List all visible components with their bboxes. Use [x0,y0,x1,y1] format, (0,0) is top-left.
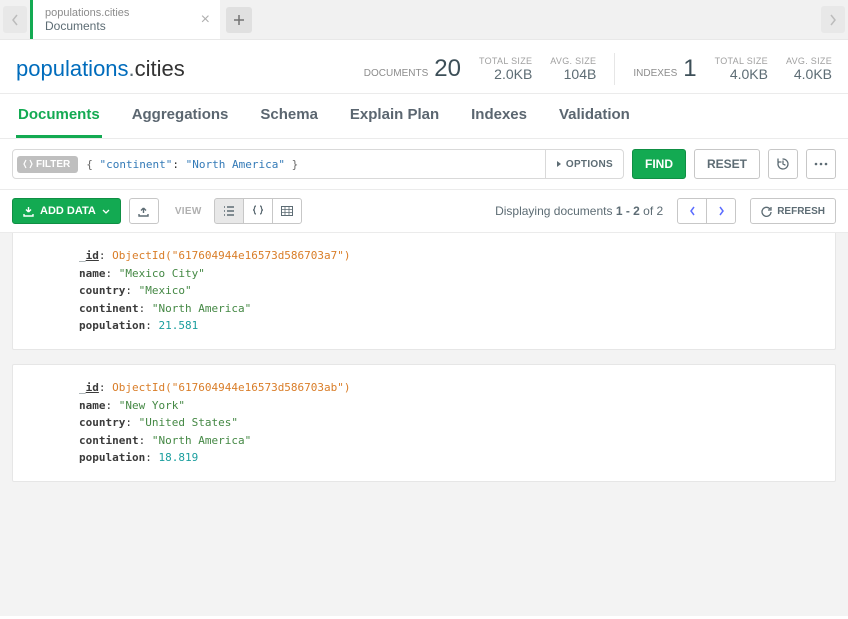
list-icon [223,206,235,216]
ellipsis-icon [814,162,828,166]
view-list-button[interactable] [214,198,244,224]
reset-button[interactable]: RESET [694,149,760,179]
tab-schema[interactable]: Schema [258,94,320,138]
tab-nav-prev[interactable] [3,6,27,33]
view-toggle [214,198,302,224]
document-count-label: Displaying documents 1 - 2 of 2 [495,204,663,218]
tab-aggregations[interactable]: Aggregations [130,94,231,138]
total-size-label: TOTAL SIZE [479,56,532,66]
database-name: populations [16,56,129,81]
section-tabs: Documents Aggregations Schema Explain Pl… [0,94,848,139]
collection-stats: DOCUMENTS 20 TOTAL SIZE 2.0KB AVG. SIZE … [364,53,832,85]
idx-total-size-label: TOTAL SIZE [715,56,768,66]
document-list: _id: ObjectId("617604944e16573d586703a7"… [0,233,848,616]
braces-icon [252,205,264,217]
documents-toolbar: ADD DATA VIEW Displaying documents 1 - 2… [0,190,848,233]
collection-name: cities [135,56,185,81]
indexes-count: 1 [683,57,696,81]
page-next-button[interactable] [706,198,736,224]
tab-documents[interactable]: Documents [16,94,102,138]
filter-input[interactable]: { "continent": "North America" } [78,158,545,171]
tab-bar: populations.cities Documents × [0,0,848,40]
query-bar: FILTER { "continent": "North America" } … [0,139,848,190]
idx-total-size-value: 4.0KB [715,66,768,82]
table-icon [281,206,293,216]
tab-subtitle: Documents [45,19,208,33]
document-card[interactable]: _id: ObjectId("617604944e16573d586703ab"… [12,364,836,482]
options-button[interactable]: OPTIONS [545,150,623,178]
export-button[interactable] [129,198,159,224]
documents-count: 20 [434,57,461,81]
upload-icon [138,206,149,217]
total-size-value: 2.0KB [479,66,532,82]
divider [614,53,615,85]
refresh-icon [761,206,772,217]
documents-label: DOCUMENTS [364,68,428,79]
filter-input-wrap[interactable]: FILTER { "continent": "North America" } … [12,149,624,179]
view-label: VIEW [175,206,202,217]
collection-title: populations.cities [16,56,185,82]
add-data-button[interactable]: ADD DATA [12,198,121,224]
page-prev-button[interactable] [677,198,707,224]
caret-right-icon [556,160,562,168]
new-tab-button[interactable] [226,7,252,33]
tab-title: populations.cities [45,7,208,19]
tab-explain-plan[interactable]: Explain Plan [348,94,441,138]
avg-size-value: 104B [550,66,596,82]
history-icon [776,157,790,171]
idx-avg-size-value: 4.0KB [786,66,832,82]
indexes-label: INDEXES [633,68,677,79]
tab-nav-next[interactable] [821,6,845,33]
close-icon[interactable]: × [201,11,210,29]
view-json-button[interactable] [243,198,273,224]
download-icon [23,206,34,217]
document-card[interactable]: _id: ObjectId("617604944e16573d586703a7"… [12,233,836,350]
more-button[interactable] [806,149,836,179]
tab-collection[interactable]: populations.cities Documents × [30,0,220,39]
refresh-button[interactable]: REFRESH [750,198,836,224]
avg-size-label: AVG. SIZE [550,56,596,66]
filter-badge: FILTER [17,156,78,173]
chevron-left-icon [689,206,696,216]
pager [677,198,736,224]
chevron-right-icon [718,206,725,216]
code-icon [23,159,33,169]
collection-header: populations.cities DOCUMENTS 20 TOTAL SI… [0,40,848,94]
tab-validation[interactable]: Validation [557,94,632,138]
caret-down-icon [102,209,110,214]
view-table-button[interactable] [272,198,302,224]
find-button[interactable]: FIND [632,149,686,179]
tab-indexes[interactable]: Indexes [469,94,529,138]
idx-avg-size-label: AVG. SIZE [786,56,832,66]
history-button[interactable] [768,149,798,179]
